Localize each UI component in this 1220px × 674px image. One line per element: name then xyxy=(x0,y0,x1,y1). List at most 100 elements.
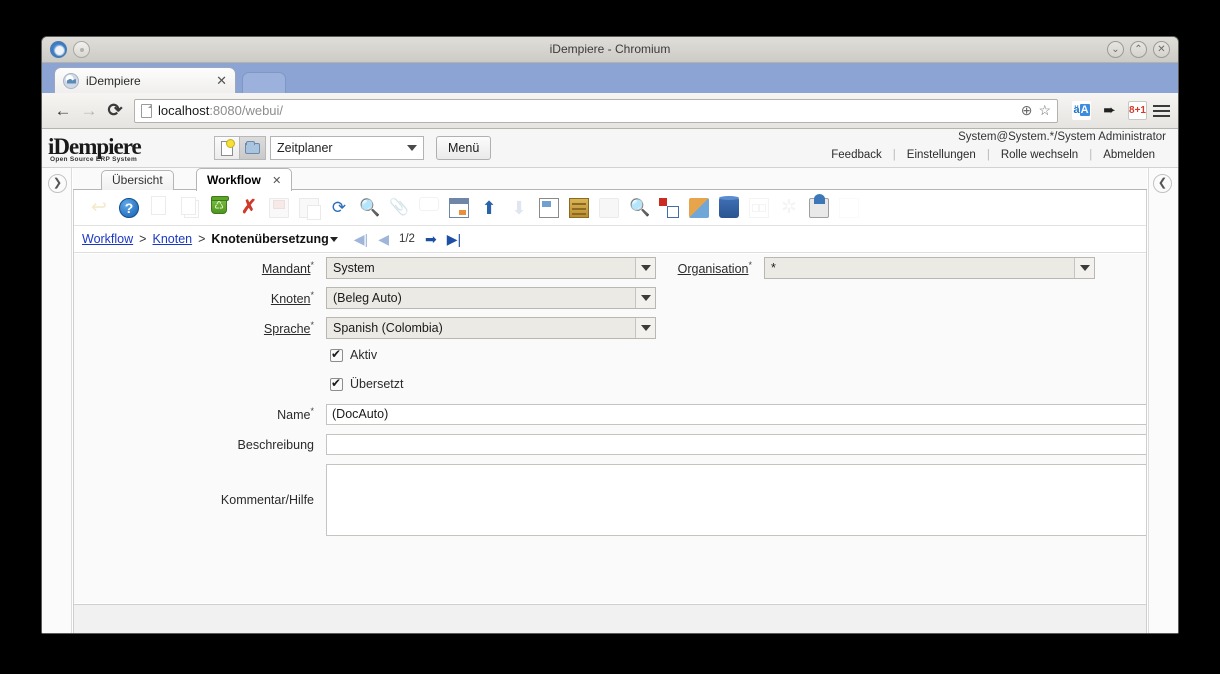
active-workflow-icon-glyph xyxy=(659,197,679,218)
breadcrumb-sep-1: > xyxy=(139,232,147,246)
reload-icon[interactable]: ⟳ xyxy=(102,100,128,121)
back-icon[interactable]: ← xyxy=(50,101,76,121)
label-aktiv: Aktiv xyxy=(350,348,378,362)
grid-toggle-icon[interactable] xyxy=(444,193,474,223)
menu-button[interactable]: Menü xyxy=(436,136,492,160)
field-knoten-dropdown-icon[interactable] xyxy=(635,288,655,308)
tab-uebersicht[interactable]: Übersicht xyxy=(101,170,174,191)
record-counter: 1/2 xyxy=(398,233,415,245)
help-icon[interactable]: ? xyxy=(114,193,144,223)
zoom-across-icon[interactable]: 🔍 xyxy=(624,193,654,223)
required-marker: * xyxy=(748,259,752,270)
new-record-icon xyxy=(144,193,174,223)
parent-record-icon[interactable]: ⬆ xyxy=(474,193,504,223)
browser-window: iDempiere - Chromium ⌄ ⌃ ✕ iDempiere ✕ ←… xyxy=(41,36,1179,634)
new-tab-button[interactable] xyxy=(242,72,286,93)
last-record-icon[interactable]: ▶| xyxy=(447,231,461,248)
new-window-icon[interactable] xyxy=(214,136,240,160)
label-sprache: Sprache* xyxy=(74,320,314,336)
field-organisation-value: * xyxy=(771,261,776,275)
find-icon[interactable]: 🔍 xyxy=(354,193,384,223)
close-icon[interactable]: ✕ xyxy=(1153,41,1170,58)
window-title: iDempiere - Chromium xyxy=(549,42,671,56)
first-record-icon[interactable]: ◀| xyxy=(354,231,368,248)
field-organisation-dropdown-icon[interactable] xyxy=(1074,258,1094,278)
product-info-icon-glyph xyxy=(719,195,739,218)
grid-toggle-icon-glyph xyxy=(449,197,469,218)
field-aktiv[interactable]: Aktiv xyxy=(330,347,378,362)
tab-workflow-close-icon[interactable]: ✕ xyxy=(272,175,281,187)
link-rolle-wechseln[interactable]: Rolle wechseln xyxy=(990,149,1089,161)
attachment-icon-glyph: 📎 xyxy=(389,198,409,216)
bookmark-star-icon[interactable]: ☆ xyxy=(1038,102,1051,119)
field-kommentar-hilfe[interactable] xyxy=(326,464,1146,536)
app-logo-subtitle: Open Source ERP System xyxy=(50,156,138,163)
delete-selection-icon[interactable]: ✗ xyxy=(234,193,264,223)
field-beschreibung[interactable] xyxy=(326,434,1146,455)
right-side-rail: ❮ xyxy=(1148,168,1178,633)
app-header: iDempiere Open Source ERP System Zeitpla… xyxy=(42,129,1178,168)
field-mandant-dropdown-icon[interactable] xyxy=(635,258,655,278)
active-workflow-icon[interactable] xyxy=(654,193,684,223)
archive-icon[interactable] xyxy=(564,193,594,223)
browser-tab-idempiere[interactable]: iDempiere ✕ xyxy=(54,67,236,93)
delete-record-icon[interactable]: ♺ xyxy=(204,193,234,223)
translate-extension-icon[interactable]: äA xyxy=(1072,101,1091,120)
tab-workflow[interactable]: Workflow ✕ xyxy=(196,168,293,191)
checkbox-uebersetzt[interactable] xyxy=(330,376,343,391)
product-info-icon[interactable] xyxy=(714,193,744,223)
detail-record-icon: ⬇ xyxy=(504,193,534,223)
label-beschreibung: Beschreibung xyxy=(74,438,314,452)
required-marker: * xyxy=(310,289,314,300)
zoom-across-icon-glyph: 🔍 xyxy=(629,197,651,217)
mobile-view-extension-icon[interactable]: ➨ xyxy=(1100,101,1119,120)
previous-record-icon[interactable]: ◀ xyxy=(378,231,389,248)
copy-record-icon xyxy=(174,193,204,223)
field-sprache-value: Spanish (Colombia) xyxy=(333,321,443,335)
required-marker: * xyxy=(310,406,314,417)
breadcrumb-workflow[interactable]: Workflow xyxy=(82,232,133,246)
field-name[interactable]: (DocAuto) xyxy=(326,404,1146,425)
field-knoten[interactable]: (Beleg Auto) xyxy=(326,287,656,309)
tab-uebersicht-label: Übersicht xyxy=(112,173,163,187)
chrome-menu-icon[interactable] xyxy=(1153,102,1170,120)
browser-tab-close-icon[interactable]: ✕ xyxy=(216,73,227,89)
link-feedback[interactable]: Feedback xyxy=(820,149,893,161)
address-bar[interactable]: localhost:8080/webui/ ⊕ ☆ xyxy=(134,98,1058,123)
breadcrumb-dropdown-icon[interactable] xyxy=(329,236,338,242)
idempiere-favicon-icon xyxy=(63,72,79,89)
field-mandant[interactable]: System xyxy=(326,257,656,279)
role-select[interactable]: Zeitplaner xyxy=(270,136,424,160)
label-organisation: Organisation* xyxy=(657,260,752,276)
zoom-icon[interactable]: ⊕ xyxy=(1021,102,1033,119)
label-organisation-text: Organisation xyxy=(677,262,749,277)
save-record-icon xyxy=(264,193,294,223)
collapse-right-panel-icon[interactable]: ❮ xyxy=(1153,174,1172,193)
next-record-icon[interactable]: ➡ xyxy=(425,231,437,248)
field-organisation[interactable]: * xyxy=(764,257,1095,279)
google-plus-extension-icon[interactable]: 8+1 xyxy=(1128,101,1147,120)
field-sprache[interactable]: Spanish (Colombia) xyxy=(326,317,656,339)
export-data-icon[interactable] xyxy=(804,193,834,223)
checkbox-aktiv[interactable] xyxy=(330,347,343,362)
expand-left-panel-icon[interactable]: ❯ xyxy=(48,174,67,193)
requests-icon[interactable] xyxy=(684,193,714,223)
report-icon-glyph xyxy=(539,197,559,218)
report-icon[interactable] xyxy=(534,193,564,223)
refresh-icon[interactable]: ⟳ xyxy=(324,193,354,223)
minimize-icon[interactable]: ⌄ xyxy=(1107,41,1124,58)
breadcrumb-current: Knotenübersetzung xyxy=(211,232,329,246)
window-controls: ⌄ ⌃ ✕ xyxy=(1107,41,1170,58)
delete-record-icon-glyph: ♺ xyxy=(211,195,229,214)
open-folder-icon[interactable] xyxy=(240,136,266,160)
maximize-icon[interactable]: ⌃ xyxy=(1130,41,1147,58)
link-abmelden[interactable]: Abmelden xyxy=(1092,149,1166,161)
field-uebersetzt[interactable]: Übersetzt xyxy=(330,376,404,391)
breadcrumb-knoten[interactable]: Knoten xyxy=(152,232,192,246)
page-info-icon[interactable] xyxy=(141,103,152,118)
forward-icon[interactable]: → xyxy=(76,101,102,121)
field-sprache-dropdown-icon[interactable] xyxy=(635,318,655,338)
browser-tabstrip: iDempiere ✕ xyxy=(42,63,1178,93)
link-einstellungen[interactable]: Einstellungen xyxy=(896,149,987,161)
print-icon xyxy=(594,193,624,223)
